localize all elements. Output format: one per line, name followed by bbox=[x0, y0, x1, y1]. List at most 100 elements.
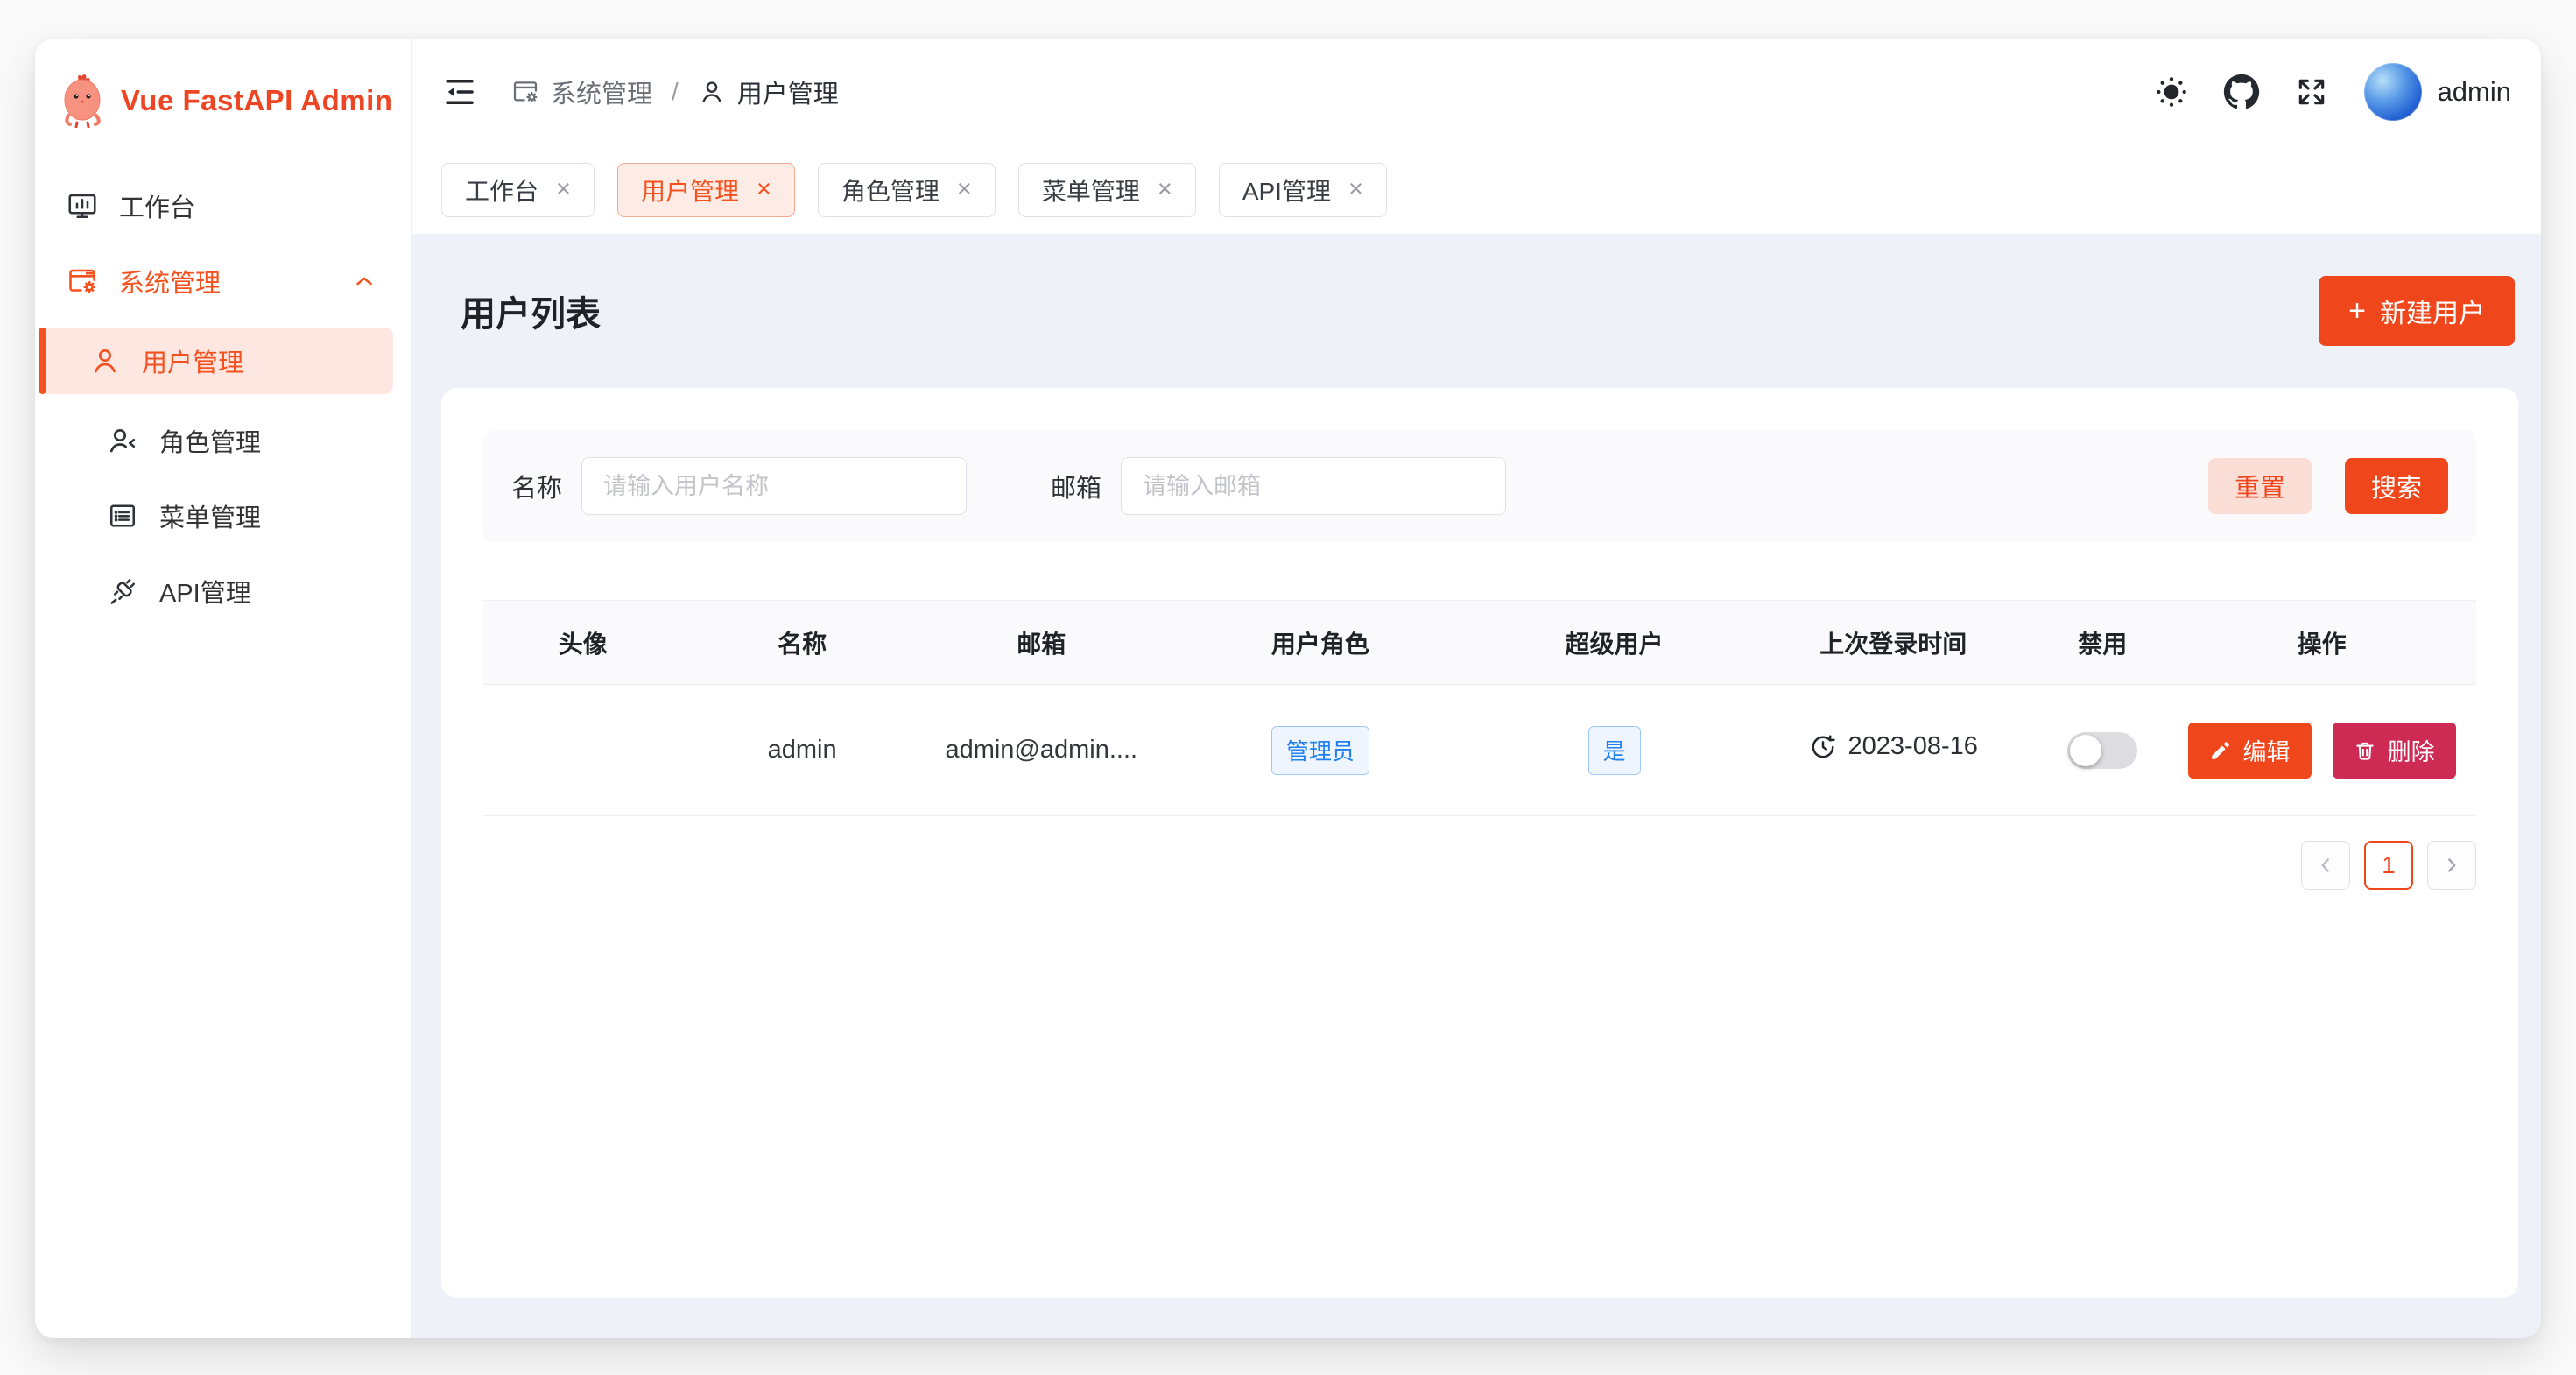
pagination-next-button[interactable] bbox=[2427, 841, 2476, 890]
sidebar-item-label: 工作台 bbox=[119, 187, 195, 224]
theme-toggle-button[interactable] bbox=[2143, 64, 2199, 120]
sidebar-item-label: API管理 bbox=[159, 573, 251, 610]
breadcrumb: 系统管理 / 用户管理 bbox=[511, 74, 839, 110]
filter-bar: 名称 邮箱 重置 搜索 bbox=[483, 430, 2476, 542]
column-header-role: 用户角色 bbox=[1161, 601, 1480, 685]
actions-cell: 编辑 删除 bbox=[2167, 685, 2476, 816]
brand-logo-chick-icon bbox=[63, 74, 103, 128]
superuser-tag: 是 bbox=[1588, 726, 1641, 775]
column-header-actions: 操作 bbox=[2167, 601, 2476, 685]
tab-label: API管理 bbox=[1242, 173, 1331, 208]
tab-close-icon[interactable]: × bbox=[757, 177, 771, 202]
column-header-name: 名称 bbox=[683, 601, 922, 685]
tab-roles[interactable]: 角色管理 × bbox=[818, 163, 996, 217]
plus-icon: + bbox=[2348, 296, 2366, 326]
column-header-disabled: 禁用 bbox=[2038, 601, 2167, 685]
column-header-avatar: 头像 bbox=[483, 601, 683, 685]
lastlogin-value: 2023-08-16 bbox=[1848, 732, 1978, 761]
menu-list-icon bbox=[107, 500, 138, 532]
tab-close-icon[interactable]: × bbox=[957, 177, 972, 202]
tab-menus[interactable]: 菜单管理 × bbox=[1018, 163, 1196, 217]
chevron-up-icon bbox=[351, 268, 377, 294]
breadcrumb-label: 用户管理 bbox=[737, 74, 839, 110]
brand-title: Vue FastAPI Admin bbox=[121, 84, 392, 117]
role-cell: 管理员 bbox=[1161, 685, 1480, 816]
breadcrumb-item-users[interactable]: 用户管理 bbox=[698, 74, 839, 110]
api-plug-icon bbox=[107, 575, 138, 607]
user-avatar[interactable] bbox=[2364, 63, 2422, 121]
sidebar-item-label: 角色管理 bbox=[159, 422, 261, 459]
sidebar-item-label: 用户管理 bbox=[142, 342, 243, 379]
email-cell: admin@admin.... bbox=[922, 685, 1161, 816]
superuser-cell: 是 bbox=[1480, 685, 1749, 816]
tab-label: 用户管理 bbox=[641, 173, 739, 208]
users-table: 头像 名称 邮箱 用户角色 超级用户 上次登录时间 禁用 操作 bbox=[483, 600, 2476, 816]
github-link[interactable] bbox=[2214, 64, 2270, 120]
system-gear-icon bbox=[67, 265, 98, 297]
main-column: 系统管理 / 用户管理 bbox=[412, 39, 2541, 1338]
tab-label: 角色管理 bbox=[841, 173, 940, 208]
app-window: Vue FastAPI Admin 工作台 系统管理 bbox=[35, 39, 2541, 1338]
user-icon bbox=[698, 78, 726, 106]
brand[interactable]: Vue FastAPI Admin bbox=[35, 39, 411, 151]
email-filter-label: 邮箱 bbox=[1051, 468, 1101, 504]
sidebar: Vue FastAPI Admin 工作台 系统管理 bbox=[35, 39, 412, 1338]
trash-icon bbox=[2354, 739, 2376, 762]
pagination: 1 bbox=[483, 841, 2476, 890]
tab-label: 菜单管理 bbox=[1042, 173, 1140, 208]
name-filter-label: 名称 bbox=[511, 468, 562, 504]
disabled-cell bbox=[2038, 685, 2167, 816]
workbench-icon bbox=[67, 190, 98, 222]
create-user-button[interactable]: + 新建用户 bbox=[2319, 276, 2515, 346]
sidebar-item-menus[interactable]: 菜单管理 bbox=[53, 487, 393, 545]
tab-close-icon[interactable]: × bbox=[1348, 177, 1363, 202]
reset-button[interactable]: 重置 bbox=[2208, 458, 2312, 514]
sidebar-item-label: 菜单管理 bbox=[159, 497, 261, 534]
role-tag: 管理员 bbox=[1271, 726, 1369, 775]
tab-workbench[interactable]: 工作台 × bbox=[441, 163, 595, 217]
sidebar-item-system[interactable]: 系统管理 bbox=[53, 252, 393, 310]
breadcrumb-label: 系统管理 bbox=[551, 74, 652, 110]
tab-api[interactable]: API管理 × bbox=[1219, 163, 1387, 217]
menu-fold-icon bbox=[441, 74, 478, 110]
column-header-email: 邮箱 bbox=[922, 601, 1161, 685]
chevron-right-icon bbox=[2440, 854, 2463, 877]
tab-close-icon[interactable]: × bbox=[556, 177, 571, 202]
sidebar-item-users[interactable]: 用户管理 bbox=[39, 328, 393, 394]
content-area: 用户列表 + 新建用户 名称 邮箱 重置 搜索 bbox=[412, 234, 2541, 1338]
email-filter-input[interactable] bbox=[1121, 457, 1506, 515]
sidebar-menu: 工作台 系统管理 bbox=[35, 151, 411, 646]
sidebar-item-api[interactable]: API管理 bbox=[53, 562, 393, 620]
tab-users[interactable]: 用户管理 × bbox=[617, 163, 795, 217]
edit-button[interactable]: 编辑 bbox=[2188, 723, 2312, 779]
lastlogin-cell: 2023-08-16 bbox=[1749, 685, 2038, 816]
sidebar-item-roles[interactable]: 角色管理 bbox=[53, 412, 393, 469]
column-header-lastlogin: 上次登录时间 bbox=[1749, 601, 2038, 685]
sidebar-item-workbench[interactable]: 工作台 bbox=[53, 177, 393, 235]
table-card: 名称 邮箱 重置 搜索 bbox=[441, 388, 2518, 1298]
fullscreen-expand-icon bbox=[2295, 75, 2328, 109]
tab-close-icon[interactable]: × bbox=[1158, 177, 1172, 202]
name-filter-input[interactable] bbox=[581, 457, 967, 515]
clock-history-icon bbox=[1809, 733, 1837, 761]
sun-icon bbox=[2154, 74, 2189, 109]
pagination-prev-button[interactable] bbox=[2301, 841, 2350, 890]
breadcrumb-item-system[interactable]: 系统管理 bbox=[511, 74, 652, 110]
tab-strip: 工作台 × 用户管理 × 角色管理 × 菜单管理 × API管理 × bbox=[412, 145, 2541, 234]
github-icon bbox=[2223, 74, 2260, 110]
sidebar-item-label: 系统管理 bbox=[119, 263, 221, 300]
username-label[interactable]: admin bbox=[2438, 76, 2511, 108]
breadcrumb-separator: / bbox=[672, 78, 679, 106]
pagination-page-1[interactable]: 1 bbox=[2364, 841, 2413, 890]
disabled-toggle[interactable] bbox=[2067, 732, 2137, 769]
user-icon bbox=[89, 345, 121, 377]
tab-label: 工作台 bbox=[465, 173, 538, 208]
table-header-row: 头像 名称 邮箱 用户角色 超级用户 上次登录时间 禁用 操作 bbox=[483, 601, 2476, 685]
system-gear-icon bbox=[511, 78, 539, 106]
sidebar-collapse-button[interactable] bbox=[441, 74, 478, 110]
role-user-icon bbox=[107, 425, 138, 456]
table-row: admin admin@admin.... 管理员 是 bbox=[483, 685, 2476, 816]
fullscreen-button[interactable] bbox=[2284, 64, 2340, 120]
delete-button[interactable]: 删除 bbox=[2333, 723, 2456, 779]
search-button[interactable]: 搜索 bbox=[2345, 458, 2448, 514]
